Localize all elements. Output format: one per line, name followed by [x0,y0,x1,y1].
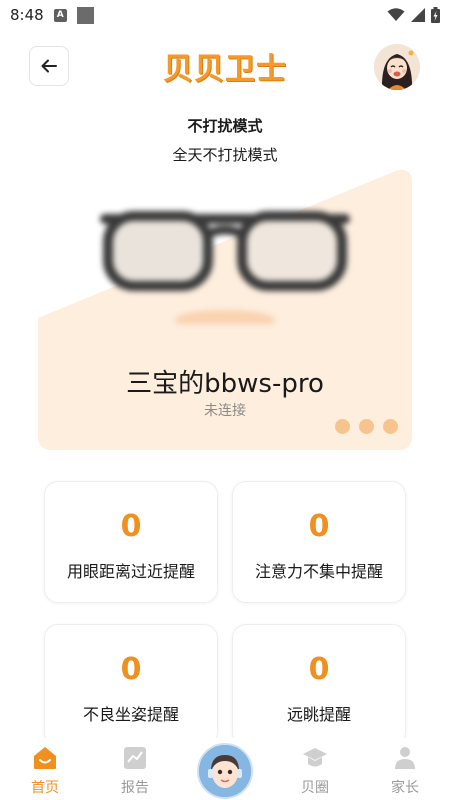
stat-card-posture[interactable]: 0 不良坐姿提醒 [44,624,218,746]
battery-icon [431,7,440,23]
nav-center-assistant-button[interactable] [197,743,253,799]
stat-card-look-far[interactable]: 0 远眺提醒 [232,624,406,746]
wifi-icon [387,8,405,21]
signal-icon [411,8,425,22]
back-button[interactable] [29,46,69,86]
device-connection-status: 未连接 [204,403,246,419]
pager-dot[interactable] [359,419,374,434]
stat-value: 0 [308,509,330,544]
logo-text: 贝贝卫士 [163,52,287,87]
status-bar: 8:48 A [0,0,450,30]
pager-dot[interactable] [335,419,350,434]
nav-item-circle[interactable]: 贝圈 [280,746,350,797]
stat-value: 0 [120,509,142,544]
user-avatar[interactable] [374,44,420,90]
device-name: 三宝的bbws-pro [126,369,324,399]
pager-dots[interactable] [335,419,398,434]
nav-label: 贝圈 [301,780,329,796]
pager-dot[interactable] [383,419,398,434]
stat-card-attention[interactable]: 0 注意力不集中提醒 [232,481,406,603]
nav-label: 首页 [31,780,59,796]
stat-value: 0 [120,652,142,687]
home-icon [34,747,56,769]
notification-square-icon [76,6,94,24]
stat-label: 注意力不集中提醒 [254,562,383,581]
mode-title: 不打扰模式 [187,117,263,135]
graduation-cap-icon [303,748,327,767]
stat-label: 用眼距离过近提醒 [66,562,195,581]
chart-icon [124,747,146,769]
person-icon [395,747,415,769]
app-logo: 贝贝卫士 [160,46,290,87]
avatar-girl-icon [374,44,420,90]
nav-item-report[interactable]: 报告 [100,746,170,797]
assistant-avatar-icon [199,745,251,797]
status-time: 8:48 [10,6,44,24]
stat-card-eye-distance[interactable]: 0 用眼距离过近提醒 [44,481,218,603]
mode-subtitle: 全天不打扰模式 [172,146,278,164]
nav-item-home[interactable]: 首页 [10,746,80,797]
glasses-image [100,211,350,324]
arrow-left-icon [41,59,57,73]
stat-label: 不良坐姿提醒 [82,705,179,724]
nav-label: 家长 [391,780,419,796]
notification-a-icon: A [53,8,67,22]
stat-label: 远眺提醒 [286,705,351,724]
nav-item-parent[interactable]: 家长 [370,746,440,797]
device-card[interactable]: 三宝的bbws-pro 未连接 [38,168,412,450]
stat-value: 0 [308,652,330,687]
nav-label: 报告 [121,780,149,796]
